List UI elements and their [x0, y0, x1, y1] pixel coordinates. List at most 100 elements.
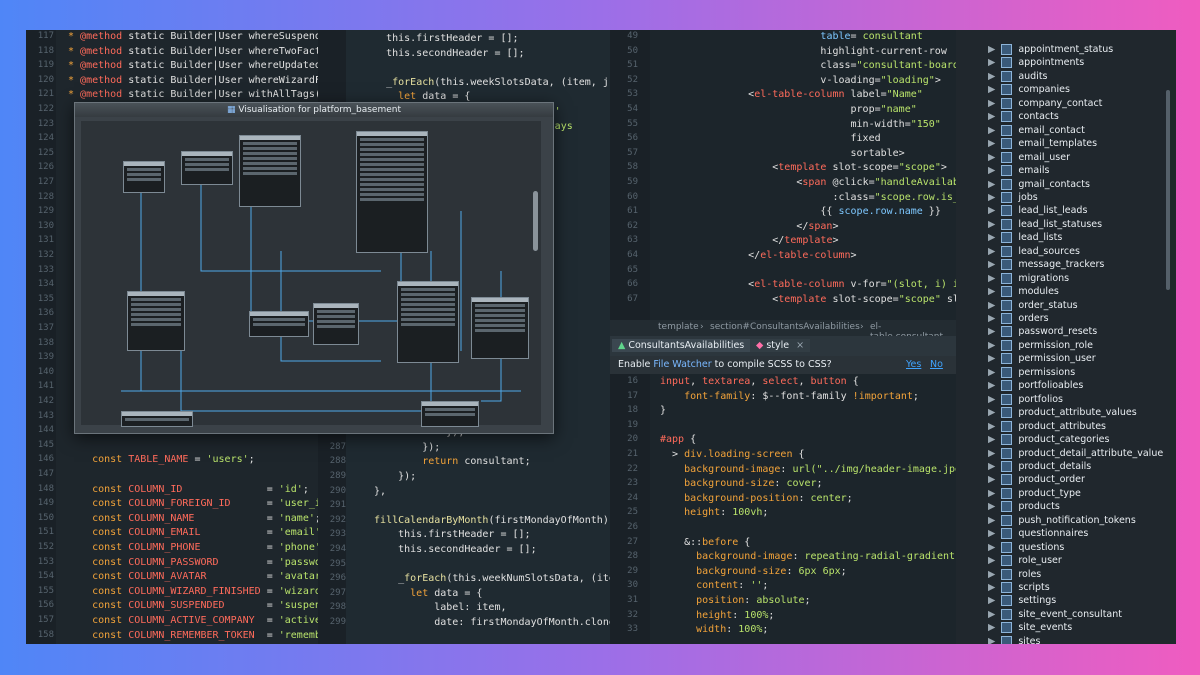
code-line[interactable]: const COLUMN_NAME = 'name'; [68, 513, 318, 524]
expand-arrow-icon[interactable]: ▶ [988, 340, 995, 351]
tab-style[interactable]: ◆ style × [750, 339, 811, 352]
table-list-item[interactable]: ▶ site_event_consultant [988, 608, 1122, 620]
expand-arrow-icon[interactable]: ▶ [988, 636, 995, 644]
table-list-item[interactable]: ▶ contacts [988, 111, 1059, 123]
table-list-item[interactable]: ▶ sites [988, 635, 1040, 644]
close-icon[interactable]: × [796, 340, 804, 351]
expand-arrow-icon[interactable]: ▶ [988, 300, 995, 311]
code-line[interactable]: font-family: $--font-family !important; [660, 391, 919, 402]
table-list-item[interactable]: ▶ modules [988, 286, 1059, 298]
code-line[interactable]: #app { [660, 434, 696, 445]
expand-arrow-icon[interactable]: ▶ [988, 501, 995, 512]
code-line[interactable]: this.firstHeader = []; [362, 529, 530, 540]
table-list-item[interactable]: ▶ questionnaires [988, 528, 1088, 540]
expand-arrow-icon[interactable]: ▶ [988, 609, 995, 620]
table-list-item[interactable]: ▶ product_detail_attribute_value [988, 447, 1163, 459]
expand-arrow-icon[interactable]: ▶ [988, 528, 995, 539]
table-list-item[interactable]: ▶ company_contact [988, 97, 1102, 109]
code-line[interactable]: const COLUMN_AVATAR = 'avatar'; [68, 571, 318, 582]
table-list-item[interactable]: ▶ companies [988, 84, 1070, 96]
table-node[interactable] [121, 411, 193, 427]
table-list-item[interactable]: ▶ jobs [988, 191, 1038, 203]
code-line[interactable]: {{ scope.row.name }} [700, 206, 940, 217]
table-list-item[interactable]: ▶ settings [988, 595, 1056, 607]
table-node[interactable] [123, 161, 165, 193]
expand-arrow-icon[interactable]: ▶ [988, 394, 995, 405]
code-line[interactable]: this.firstHeader = []; [362, 33, 518, 44]
code-line[interactable]: background-size: 6px 6px; [660, 566, 847, 577]
code-line[interactable]: const COLUMN_WIZARD_FINISHED = 'wizard_f… [68, 586, 318, 597]
table-list-item[interactable]: ▶ audits [988, 70, 1048, 82]
expand-arrow-icon[interactable]: ▶ [988, 313, 995, 324]
expand-arrow-icon[interactable]: ▶ [988, 286, 995, 297]
tab-consultants-availabilities[interactable]: ▲ ConsultantsAvailabilities × [612, 339, 766, 352]
visualisation-window[interactable]: ▦ Visualisation for platform_basement [74, 102, 554, 434]
expand-arrow-icon[interactable]: ▶ [988, 125, 995, 136]
code-line[interactable]: class="consultant-board-table" [700, 60, 956, 71]
code-line[interactable]: height: 100%; [660, 610, 774, 621]
code-line[interactable]: > div.loading-screen { [660, 449, 804, 460]
expand-arrow-icon[interactable]: ▶ [988, 111, 995, 122]
code-line[interactable]: </span> [700, 221, 838, 232]
table-list-item[interactable]: ▶ lead_sources [988, 245, 1080, 257]
code-line[interactable]: * @method static Builder|User whereUpdat… [68, 60, 318, 71]
code-line[interactable]: }); [362, 442, 440, 453]
table-list-item[interactable]: ▶ gmail_contacts [988, 178, 1090, 190]
expand-arrow-icon[interactable]: ▶ [988, 165, 995, 176]
code-line[interactable]: background-position: center; [660, 493, 853, 504]
scrollbar[interactable] [1166, 90, 1170, 290]
table-list-item[interactable]: ▶ lead_list_statuses [988, 218, 1102, 230]
code-line[interactable]: background-image: url("../img/header-ima… [660, 464, 956, 475]
table-list-item[interactable]: ▶ product_attributes [988, 420, 1106, 432]
table-list-item[interactable]: ▶ site_events [988, 622, 1072, 634]
expand-arrow-icon[interactable]: ▶ [988, 259, 995, 270]
code-line[interactable]: <template slot-scope="scope"> [700, 162, 947, 173]
code-line[interactable]: * @method static Builder|User whereTwoFa… [68, 46, 318, 57]
table-list-item[interactable]: ▶ portfolios [988, 393, 1063, 405]
expand-arrow-icon[interactable]: ▶ [988, 622, 995, 633]
expand-arrow-icon[interactable]: ▶ [988, 461, 995, 472]
table-list-item[interactable]: ▶ scripts [988, 582, 1050, 593]
expand-arrow-icon[interactable]: ▶ [988, 246, 995, 257]
table-list-item[interactable]: ▶ permissions [988, 366, 1075, 378]
table-list-item[interactable]: ▶ portfolioables [988, 380, 1083, 392]
expand-arrow-icon[interactable]: ▶ [988, 44, 995, 55]
code-line[interactable]: const COLUMN_EMAIL = 'email'; [68, 527, 318, 538]
code-line[interactable]: const COLUMN_FOREIGN_ID = 'user_id'; [68, 498, 318, 509]
code-line[interactable]: * @method static Builder|User whereSuspe… [68, 31, 318, 42]
code-line[interactable]: fixed [700, 133, 881, 144]
expand-arrow-icon[interactable]: ▶ [988, 515, 995, 526]
table-list-item[interactable]: ▶ role_user [988, 555, 1062, 567]
table-node[interactable] [421, 401, 479, 427]
code-line[interactable]: background-image: repeating-radial-gradi… [660, 551, 956, 562]
expand-arrow-icon[interactable]: ▶ [988, 152, 995, 163]
code-line[interactable]: position: absolute; [660, 595, 810, 606]
table-list-item[interactable]: ▶ lead_list_leads [988, 205, 1087, 217]
code-line[interactable]: :class="scope.row.is_always_ava [700, 192, 956, 203]
code-line[interactable]: const COLUMN_ACTIVE_COMPANY = 'active_co… [68, 615, 318, 626]
table-list-item[interactable]: ▶ product_attribute_values [988, 407, 1137, 419]
table-list-item[interactable]: ▶ message_trackers [988, 259, 1104, 271]
table-node[interactable] [249, 311, 309, 337]
expand-arrow-icon[interactable]: ▶ [988, 555, 995, 566]
code-line[interactable]: width: 100%; [660, 624, 768, 635]
code-line[interactable]: min-width="150" [700, 119, 941, 130]
expand-arrow-icon[interactable]: ▶ [988, 71, 995, 82]
code-line[interactable]: * @method static Builder|User withAllTag… [68, 89, 318, 100]
table-list-item[interactable]: ▶ permission_user [988, 353, 1096, 365]
expand-arrow-icon[interactable]: ▶ [988, 488, 995, 499]
code-line[interactable]: date: firstMondayOfMonth.clone().add [362, 617, 610, 628]
code-line[interactable]: const COLUMN_ID = 'id'; [68, 484, 309, 495]
table-list-item[interactable]: ▶ migrations [988, 272, 1069, 284]
expand-arrow-icon[interactable]: ▶ [988, 380, 995, 391]
code-line[interactable]: let data = { [362, 91, 470, 102]
code-line[interactable]: this.secondHeader = []; [362, 48, 524, 59]
schema-diagram[interactable] [81, 121, 541, 427]
table-list-item[interactable]: ▶ product_type [988, 487, 1081, 499]
code-line[interactable]: label: item, [362, 602, 506, 613]
expand-arrow-icon[interactable]: ▶ [988, 219, 995, 230]
table-list-item[interactable]: ▶ email_templates [988, 138, 1097, 150]
code-line[interactable]: <span @click="handleAvailability(scope [700, 177, 956, 188]
code-line[interactable]: const COLUMN_PHONE = 'phone'; [68, 542, 318, 553]
code-line[interactable]: </el-table-column> [700, 250, 856, 261]
